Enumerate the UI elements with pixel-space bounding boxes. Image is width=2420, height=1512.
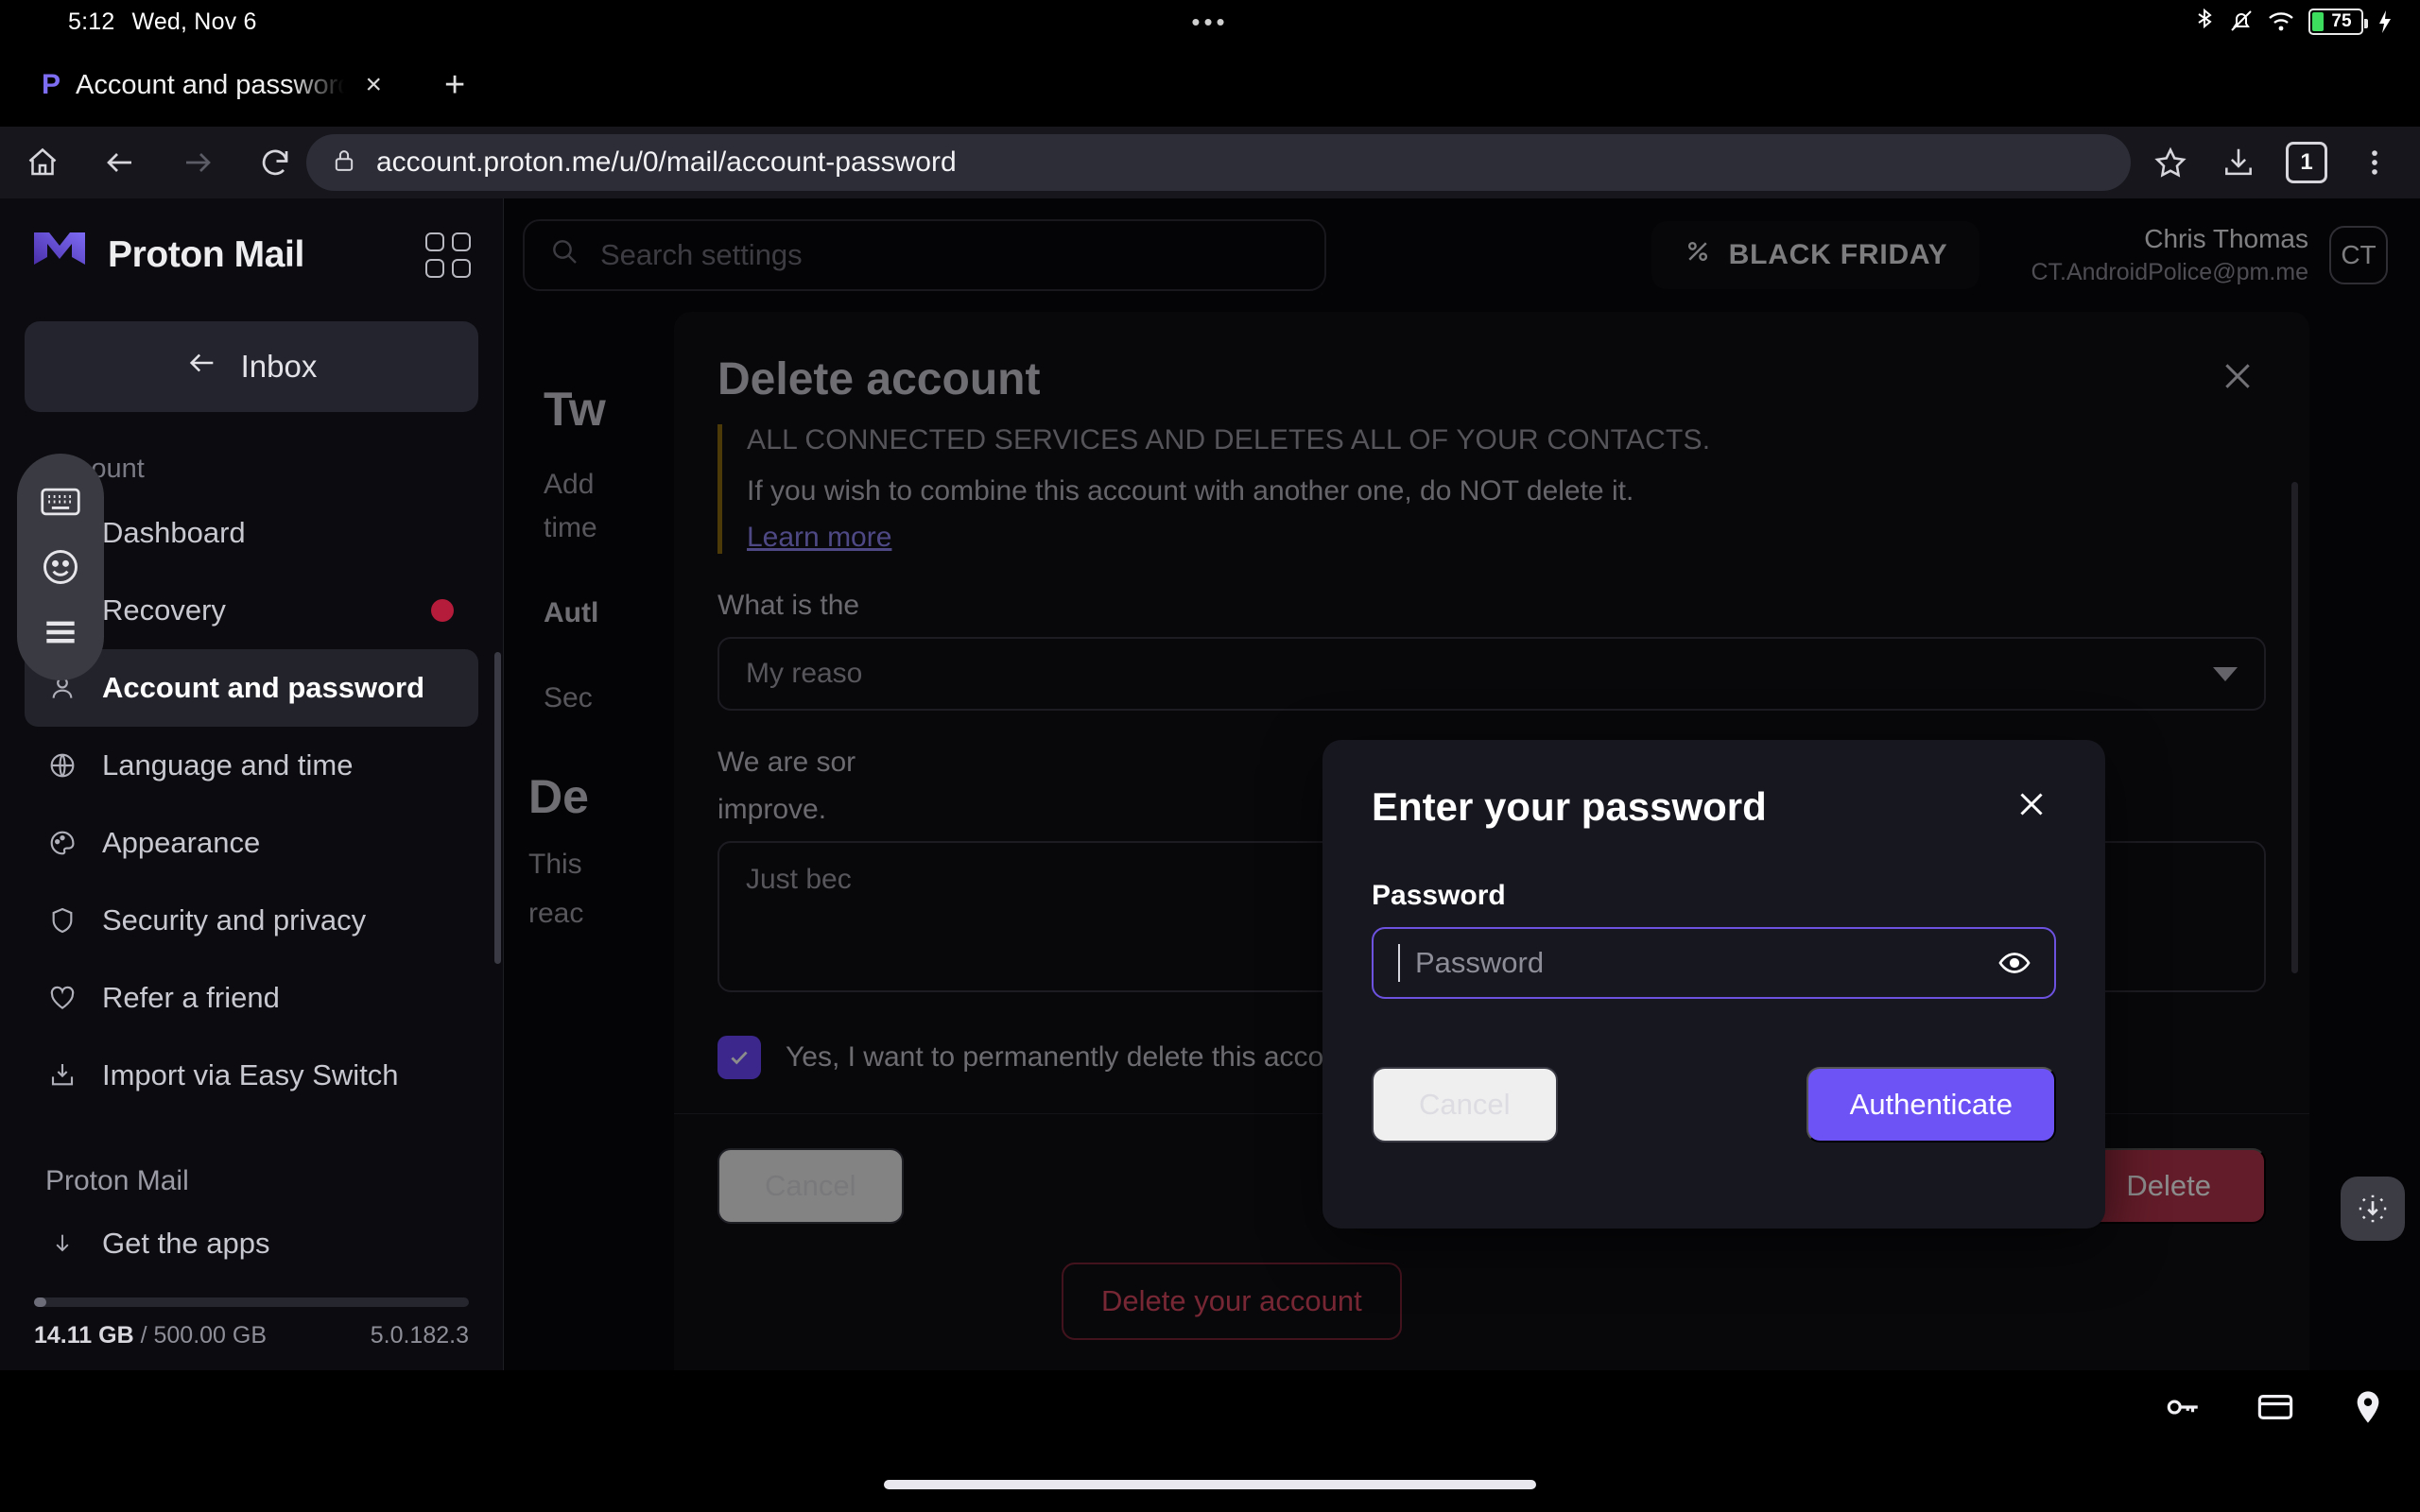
passwords-key-icon[interactable] (2163, 1387, 2203, 1432)
three-dot-menu-icon[interactable] (2344, 141, 2405, 184)
storage-row: 14.11 GB / 500.00 GB 5.0.182.3 (34, 1322, 469, 1349)
dialog-header: Enter your password (1372, 783, 2056, 831)
app-version: 5.0.182.3 (370, 1322, 469, 1349)
download-arrow-icon (45, 1227, 79, 1261)
reload-icon[interactable] (253, 141, 297, 184)
inbox-label: Inbox (240, 349, 318, 384)
sidebar-item-security-and-privacy[interactable]: Security and privacy (25, 882, 478, 959)
eye-icon[interactable] (1996, 944, 2033, 982)
status-center-dots: ••• (1191, 7, 1229, 36)
location-pin-icon[interactable] (2348, 1387, 2388, 1432)
credit-card-icon[interactable] (2256, 1387, 2295, 1432)
system-navigation-bar (0, 1370, 2420, 1512)
proton-favicon-icon: P (42, 69, 61, 100)
autofill-icons (2163, 1387, 2388, 1432)
palette-icon (45, 826, 79, 860)
sidebar-item-language-and-time[interactable]: Language and time (25, 727, 478, 804)
tab-title: Account and password (76, 69, 345, 100)
lock-icon (331, 147, 357, 179)
sidebar-item-appearance[interactable]: Appearance (25, 804, 478, 882)
password-field-label: Password (1372, 880, 1506, 911)
footer-section-title: Proton Mail (45, 1165, 189, 1196)
sidebar-item-label: Security and privacy (102, 903, 367, 936)
proton-app: Proton Mail Inbox Account Dashboard Reco… (0, 198, 2420, 1370)
sidebar-item-label: Dashboard (102, 516, 246, 549)
sidebar-item-label: Language and time (102, 748, 354, 782)
status-time: 5:12 (68, 8, 115, 35)
sidebar-item-import-via-easy-switch[interactable]: Import via Easy Switch (25, 1037, 478, 1114)
status-left: 5:12 Wed, Nov 6 (0, 9, 257, 36)
close-icon[interactable] (2007, 783, 2056, 831)
dialog-title: Enter your password (1372, 784, 1767, 829)
sidebar-item-label: Refer a friend (102, 981, 280, 1014)
tab-close-icon[interactable]: × (359, 65, 388, 105)
shield-icon (45, 903, 79, 937)
import-icon (45, 1058, 79, 1092)
proton-mail-logo-icon (32, 231, 87, 280)
keyboard-icon[interactable] (36, 477, 85, 526)
sidebar-item-label: Appearance (102, 826, 261, 859)
password-placeholder: Password (1415, 946, 1545, 979)
gesture-handle[interactable] (884, 1480, 1536, 1489)
download-icon[interactable] (2208, 141, 2269, 184)
heart-icon (45, 981, 79, 1015)
sidebar-item-label: Recovery (102, 593, 226, 627)
browser-tab-strip: P Account and password × + (0, 43, 2420, 127)
globe-icon (45, 748, 79, 782)
url-text: account.proton.me/u/0/mail/account-passw… (376, 146, 957, 178)
sidebar-item-refer-a-friend[interactable]: Refer a friend (25, 959, 478, 1037)
get-the-apps-link[interactable]: Get the apps (34, 1214, 469, 1273)
nav-buttons (0, 141, 297, 184)
emoji-icon[interactable] (36, 542, 85, 592)
brand-row: Proton Mail (0, 198, 503, 312)
text-cursor (1398, 944, 1400, 982)
storage-separator: / (133, 1322, 154, 1349)
sidebar: Proton Mail Inbox Account Dashboard Reco… (0, 198, 504, 1370)
storage-total: 500.00 GB (153, 1322, 268, 1349)
bell-muted-icon (2229, 8, 2254, 36)
new-tab-button[interactable]: + (433, 61, 476, 109)
star-icon[interactable] (2140, 141, 2201, 184)
tab-count-button[interactable]: 1 (2276, 141, 2337, 184)
back-arrow-icon[interactable] (98, 141, 142, 184)
back-to-inbox-button[interactable]: Inbox (25, 321, 478, 412)
brand-name: Proton Mail (108, 234, 304, 275)
back-arrow-icon (186, 347, 218, 387)
sidebar-scrollbar[interactable] (494, 652, 501, 964)
sidebar-item-label: Account and password (102, 671, 425, 704)
wifi-icon (2267, 9, 2295, 35)
bluetooth-icon (2193, 8, 2216, 36)
authenticate-button[interactable]: Authenticate (1806, 1067, 2056, 1143)
screen: 5:12 Wed, Nov 6 ••• 75 P Account and pas… (0, 0, 2420, 1512)
dialog-cancel-button[interactable]: Cancel (1372, 1067, 1558, 1143)
forward-arrow-icon[interactable] (176, 141, 219, 184)
hamburger-menu-icon[interactable] (36, 608, 85, 657)
storage-used: 14.11 GB (34, 1322, 134, 1349)
sidebar-footer: Proton Mail Get the apps 14.11 GB / 500.… (0, 1165, 503, 1370)
status-right: 75 (2193, 8, 2420, 36)
floating-input-toolbar (17, 454, 104, 680)
android-status-bar: 5:12 Wed, Nov 6 ••• 75 (0, 0, 2420, 43)
browser-tab[interactable]: P Account and password × (32, 53, 401, 117)
browser-toolbar: account.proton.me/u/0/mail/account-passw… (0, 127, 2420, 198)
storage-progress-bar (34, 1297, 469, 1307)
password-dialog: Enter your password Password Password Ca… (1322, 740, 2105, 1228)
storage-text: 14.11 GB / 500.00 GB (34, 1322, 267, 1349)
brightness-download-icon[interactable] (2341, 1177, 2405, 1241)
toolbar-right: 1 (2140, 141, 2420, 184)
main-area: Search settings BLACK FRIDAY Chris Thoma… (504, 198, 2420, 1370)
get-the-apps-label: Get the apps (102, 1227, 270, 1260)
charging-bolt-icon (2377, 9, 2394, 35)
recovery-badge-dot (431, 599, 454, 622)
status-date: Wed, Nov 6 (131, 8, 257, 35)
password-input[interactable]: Password (1372, 927, 2056, 999)
battery-icon: 75 (2308, 9, 2368, 35)
sidebar-item-label: Import via Easy Switch (102, 1058, 399, 1091)
address-bar[interactable]: account.proton.me/u/0/mail/account-passw… (306, 134, 2131, 191)
dialog-footer: Cancel Authenticate (1372, 1067, 2056, 1143)
apps-grid-icon[interactable] (425, 232, 471, 278)
home-icon[interactable] (21, 141, 64, 184)
